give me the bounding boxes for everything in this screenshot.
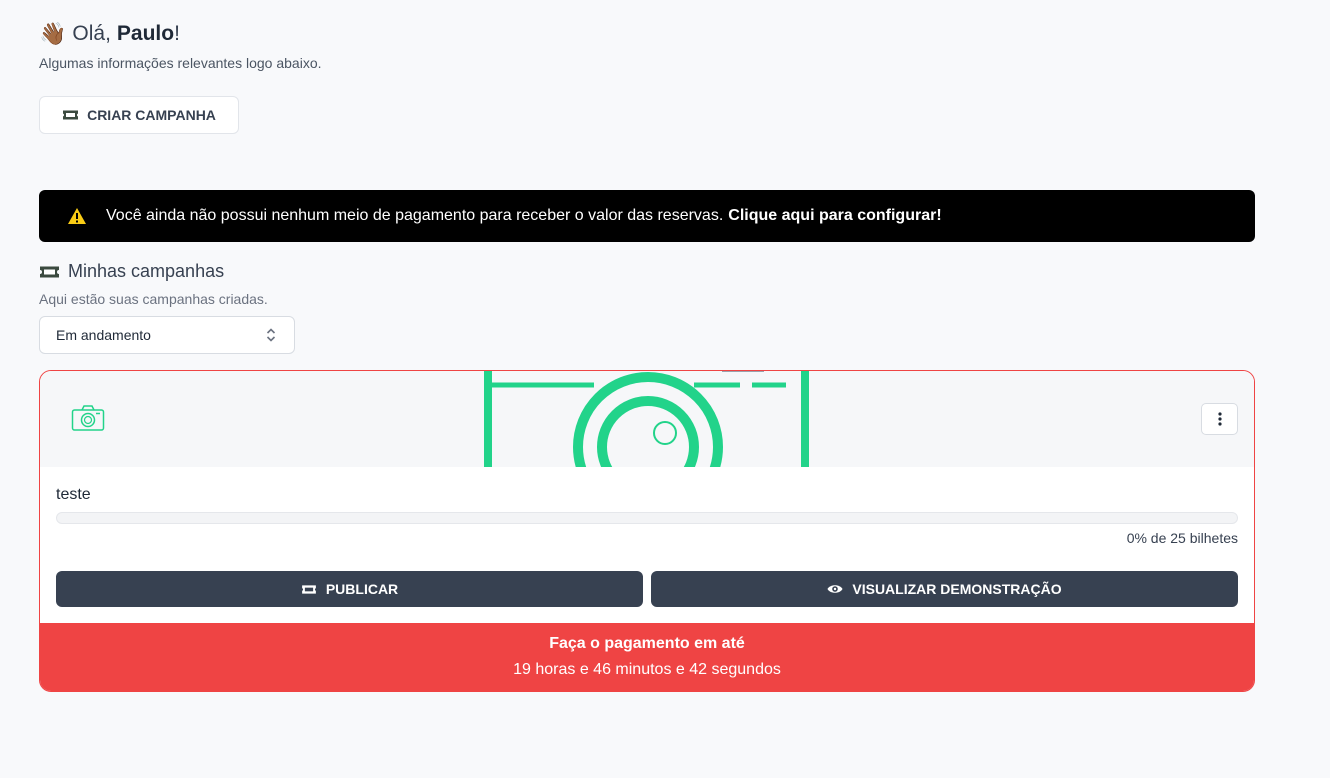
campaigns-title: Minhas campanhas	[68, 261, 225, 281]
camera-icon	[484, 371, 809, 467]
publish-button[interactable]: PUBLICAR	[56, 571, 643, 607]
view-demo-label: VISUALIZAR DEMONSTRAÇÃO	[852, 581, 1062, 597]
greeting-prefix: Olá,	[72, 22, 111, 45]
eye-icon	[827, 585, 843, 593]
campaign-menu-button[interactable]	[1201, 403, 1238, 435]
ticket-progress-bar	[56, 512, 1238, 524]
waving-hand-icon: 👋🏾	[39, 21, 67, 46]
campaign-status-select[interactable]: Em andamento	[39, 316, 295, 354]
campaign-name: teste	[56, 486, 91, 503]
greeting: 👋🏾 Olá, Paulo!	[39, 22, 180, 46]
campaigns-subtitle: Aqui estão suas campanhas criadas.	[39, 291, 268, 307]
chevron-up-down-icon	[266, 328, 276, 342]
create-campaign-button[interactable]: CRIAR CAMPANHA	[39, 96, 239, 134]
campaign-card: teste 0% de 25 bilhetes PUBLICAR VISUALI…	[39, 370, 1255, 692]
ticket-icon	[301, 584, 316, 594]
payment-deadline-title: Faça o pagamento em até	[549, 635, 745, 652]
vertical-dots-icon	[1217, 412, 1222, 426]
campaigns-heading: Minhas campanhas	[39, 261, 224, 282]
campaign-status-value: Em andamento	[56, 327, 151, 343]
greeting-suffix: !	[174, 22, 180, 45]
warning-icon	[68, 208, 86, 224]
user-name: Paulo	[116, 22, 175, 45]
dashboard-page: 👋🏾 Olá, Paulo! Algumas informações relev…	[0, 0, 1330, 778]
payment-alert[interactable]: Você ainda não possui nenhum meio de pag…	[39, 190, 1255, 242]
campaign-image	[40, 371, 1254, 467]
payment-deadline-banner: Faça o pagamento em até 19 horas e 46 mi…	[40, 623, 1254, 691]
ticket-progress-text: 0% de 25 bilhetes	[1126, 530, 1238, 546]
payment-countdown: 19 horas e 46 minutos e 42 segundos	[513, 661, 781, 678]
view-demo-button[interactable]: VISUALIZAR DEMONSTRAÇÃO	[651, 571, 1238, 607]
configure-payment-link[interactable]: Clique aqui para configurar!	[728, 207, 941, 225]
ticket-icon	[40, 266, 59, 277]
alert-message: Você ainda não possui nenhum meio de pag…	[106, 207, 724, 224]
ticket-icon	[63, 110, 79, 120]
create-campaign-label: CRIAR CAMPANHA	[87, 107, 216, 123]
page-subtitle: Algumas informações relevantes logo abai…	[39, 55, 322, 71]
publish-label: PUBLICAR	[325, 581, 399, 597]
camera-icon	[71, 405, 105, 431]
